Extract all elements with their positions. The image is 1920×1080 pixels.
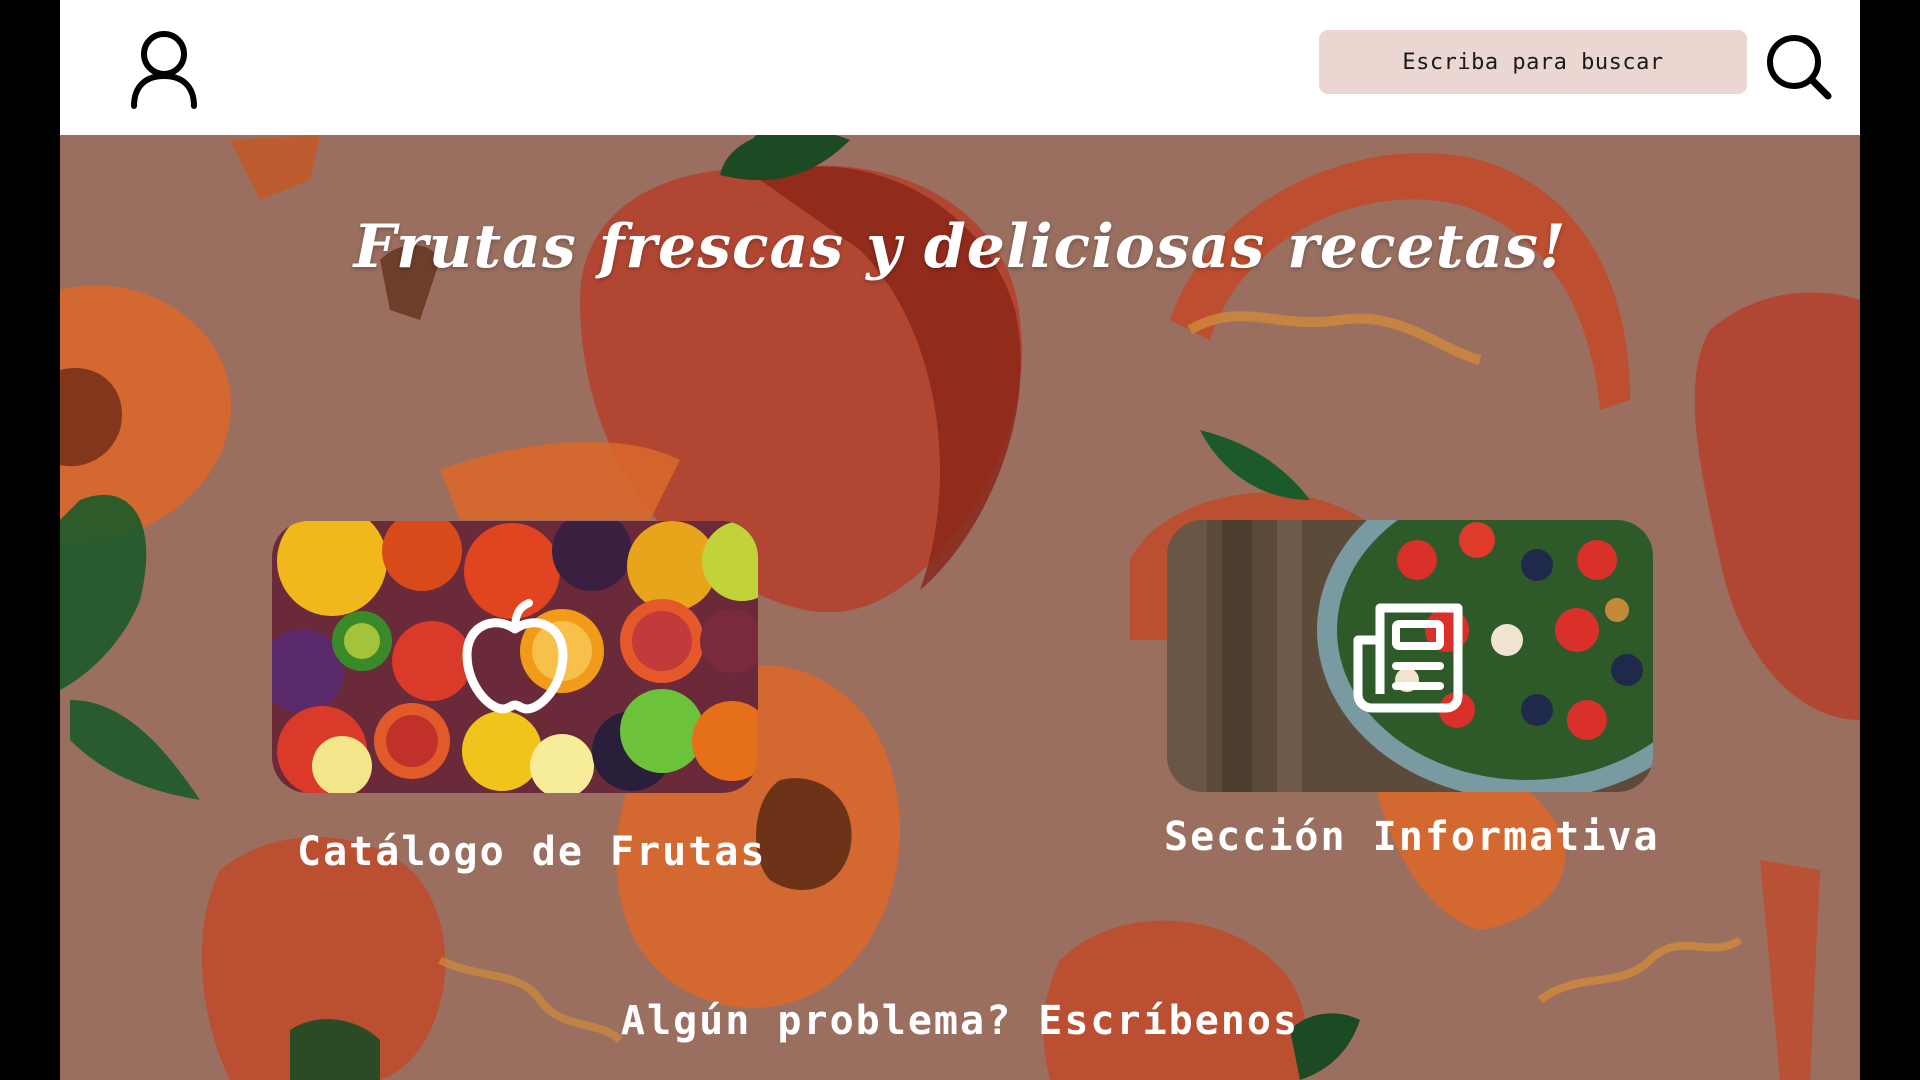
page-title: Frutas frescas y deliciosas recetas! (353, 212, 1567, 282)
contact-link[interactable]: Algún problema? Escríbenos (60, 998, 1860, 1044)
fruit-catalog-label[interactable]: Catálogo de Frutas (297, 829, 766, 875)
user-icon[interactable] (128, 28, 200, 110)
page-frame: Frutas frescas y deliciosas recetas! (60, 0, 1860, 1080)
info-section-card[interactable] (1167, 520, 1653, 792)
info-section-label[interactable]: Sección Informativa (1164, 814, 1660, 860)
fruit-catalog-card[interactable] (272, 521, 758, 793)
search-icon[interactable] (1764, 32, 1834, 102)
search-input[interactable] (1319, 30, 1747, 94)
newspaper-icon (1353, 603, 1463, 713)
top-bar (60, 0, 1860, 135)
apple-icon (462, 599, 568, 714)
